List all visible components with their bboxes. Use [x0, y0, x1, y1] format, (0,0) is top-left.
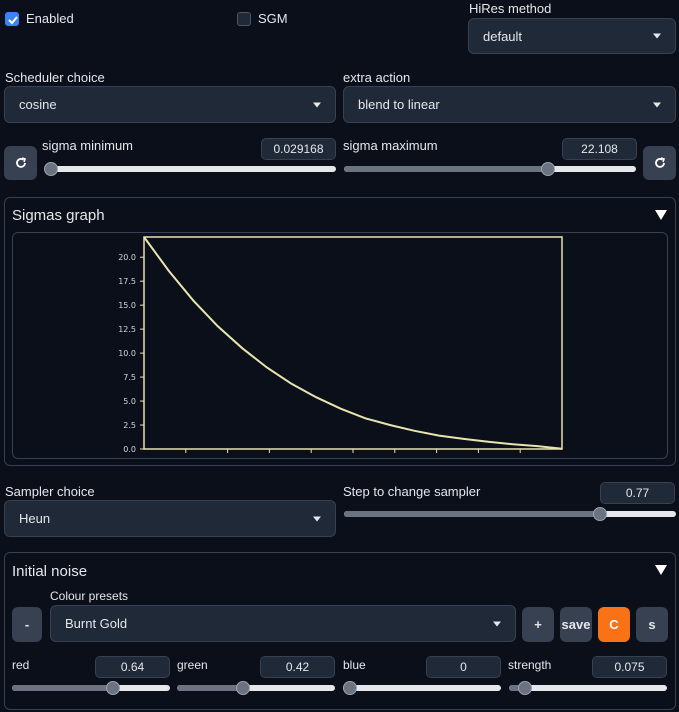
sampler-choice-value: Heun: [19, 511, 51, 526]
step-change-sampler-input[interactable]: 0.77: [600, 482, 675, 504]
chevron-down-icon: [653, 102, 661, 107]
slider-fill: [344, 166, 549, 172]
green-input[interactable]: 0.42: [260, 656, 335, 678]
slider-thumb[interactable]: [44, 162, 58, 176]
slider-thumb[interactable]: [106, 681, 121, 695]
plot-border: [143, 236, 563, 450]
y-tick-label: 17.5: [118, 277, 136, 286]
red-input[interactable]: 0.64: [95, 656, 170, 678]
y-tick-label: 0.0: [123, 445, 136, 454]
green-slider[interactable]: [177, 681, 335, 695]
y-tick-label: 15.0: [118, 301, 136, 310]
sigma-maximum-slider[interactable]: [344, 162, 636, 176]
sigma-curve: [143, 236, 563, 450]
check-icon: [8, 16, 18, 25]
sigmas-graph-title[interactable]: Sigmas graph: [12, 207, 105, 224]
sampler-choice-select[interactable]: Heun: [4, 500, 336, 537]
strength-slider[interactable]: [509, 681, 667, 695]
extra-action-value: blend to linear: [358, 97, 440, 112]
sigma-maximum-label: sigma maximum: [343, 138, 438, 153]
red-slider[interactable]: [12, 681, 170, 695]
sigma-minimum-slider[interactable]: [44, 162, 336, 176]
extra-action-label: extra action: [343, 70, 411, 85]
refresh-icon: [15, 157, 26, 168]
step-change-sampler-label: Step to change sampler: [343, 484, 481, 499]
sgm-checkbox[interactable]: [237, 12, 251, 26]
add-preset-button[interactable]: +: [522, 607, 554, 642]
reset-sigma-max-button[interactable]: [643, 146, 676, 180]
scheduler-choice-select[interactable]: cosine: [4, 86, 336, 123]
slider-fill: [12, 685, 114, 691]
hires-method-select[interactable]: default: [468, 18, 676, 54]
colour-presets-label: Colour presets: [50, 589, 129, 603]
slider-fill: [177, 685, 244, 691]
slider-fill: [344, 511, 600, 517]
blue-input[interactable]: 0: [426, 656, 501, 678]
hires-method-label: HiRes method: [469, 1, 552, 16]
chevron-down-icon: [313, 516, 321, 521]
sampler-choice-label: Sampler choice: [5, 484, 95, 499]
y-tick-label: 20.0: [118, 253, 136, 262]
blue-label: blue: [343, 658, 366, 672]
collapse-triangle-icon[interactable]: [655, 210, 667, 220]
step-change-sampler-slider[interactable]: [344, 507, 676, 521]
c-button[interactable]: C: [598, 607, 630, 642]
sigma-maximum-input[interactable]: 22.108: [562, 138, 637, 160]
enabled-label: Enabled: [26, 11, 74, 26]
chevron-down-icon: [313, 102, 321, 107]
chevron-down-icon: [653, 33, 661, 39]
blue-slider[interactable]: [343, 681, 501, 695]
slider-thumb[interactable]: [517, 681, 532, 695]
sigmas-chart: 20.0 17.5 15.0 12.5 10.0 7.5 5.0 2.5 0.0: [118, 236, 563, 454]
collapse-triangle-icon[interactable]: [655, 565, 667, 575]
remove-preset-button[interactable]: -: [12, 607, 42, 642]
y-tick-label: 5.0: [123, 397, 136, 406]
y-tick-label: 10.0: [118, 349, 136, 358]
scheduler-choice-label: Scheduler choice: [5, 70, 105, 85]
sigma-minimum-input[interactable]: 0.029168: [261, 138, 336, 160]
chevron-down-icon: [493, 621, 501, 626]
hires-method-value: default: [483, 28, 523, 44]
initial-noise-title[interactable]: Initial noise: [12, 563, 87, 580]
y-tick-label: 2.5: [123, 421, 136, 430]
strength-input[interactable]: 0.075: [592, 656, 667, 678]
refresh-icon: [654, 157, 665, 168]
sgm-label: SGM: [258, 11, 288, 26]
enabled-checkbox[interactable]: [5, 12, 19, 26]
slider-thumb[interactable]: [592, 507, 607, 521]
slider-thumb[interactable]: [343, 681, 357, 695]
save-preset-button[interactable]: save: [560, 607, 592, 642]
extra-action-select[interactable]: blend to linear: [343, 86, 676, 123]
y-tick-label: 7.5: [123, 373, 136, 382]
scheduler-choice-value: cosine: [19, 97, 57, 112]
colour-presets-select[interactable]: Burnt Gold: [50, 605, 516, 642]
green-label: green: [177, 658, 208, 672]
red-label: red: [12, 658, 30, 672]
sigma-minimum-label: sigma minimum: [42, 138, 134, 153]
reset-sigma-min-button[interactable]: [4, 146, 37, 180]
slider-thumb[interactable]: [541, 162, 556, 176]
strength-label: strength: [508, 658, 552, 672]
y-tick-label: 12.5: [118, 325, 136, 334]
colour-presets-value: Burnt Gold: [65, 616, 128, 631]
s-button[interactable]: s: [636, 607, 668, 642]
